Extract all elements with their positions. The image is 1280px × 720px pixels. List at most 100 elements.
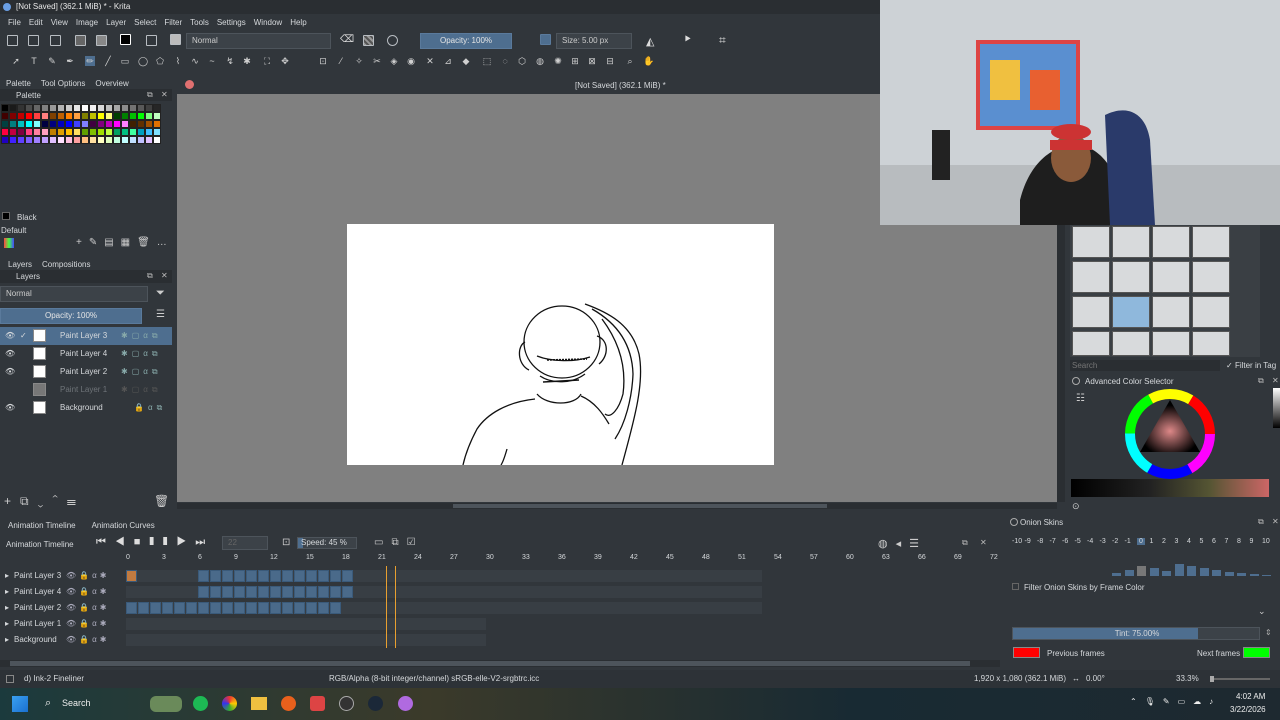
keyframe[interactable] <box>294 570 305 582</box>
krita-taskbar-icon[interactable] <box>398 696 413 711</box>
layer-row[interactable]: 👁 Paint Layer 2 ✱▢α⧉ <box>0 363 172 381</box>
palette-swatch[interactable] <box>97 104 105 112</box>
keyframe[interactable] <box>222 570 233 582</box>
onion-frame-number[interactable]: -10 <box>1012 538 1022 545</box>
palette-swatch[interactable] <box>81 136 89 144</box>
horizontal-scrollbar[interactable] <box>177 503 1057 509</box>
rectangle-tool-icon[interactable]: ▭ <box>120 56 130 66</box>
palette-swatch[interactable] <box>73 128 81 136</box>
palette-swatch[interactable] <box>89 120 97 128</box>
onion-frame-number[interactable]: 0 <box>1137 538 1145 545</box>
palette-swatch[interactable] <box>97 112 105 120</box>
onion-frame-number[interactable]: -9 <box>1025 538 1031 545</box>
palette-swatch[interactable] <box>129 120 137 128</box>
palette-swatch[interactable] <box>65 136 73 144</box>
keyframe[interactable] <box>330 570 341 582</box>
palette-swatch[interactable] <box>97 136 105 144</box>
palette-swatch[interactable] <box>121 112 129 120</box>
keyframe[interactable] <box>282 570 293 582</box>
palette-swatch[interactable] <box>49 104 57 112</box>
keyframe[interactable] <box>222 602 233 614</box>
palette-swatch[interactable] <box>97 128 105 136</box>
bezier-select-icon[interactable]: ⊠ <box>587 56 597 66</box>
brush-preset-icon[interactable] <box>170 34 181 45</box>
keyframe[interactable] <box>126 602 137 614</box>
palette-swatch[interactable] <box>137 120 145 128</box>
polygon-tool-icon[interactable]: ⬠ <box>155 56 165 66</box>
document-tab[interactable]: [Not Saved] (362.1 MiB) * <box>575 81 666 90</box>
timeline-layer-icons[interactable]: 👁🔒α✱ <box>66 616 109 632</box>
tab-compositions[interactable]: Compositions <box>42 260 90 269</box>
keyframe[interactable] <box>234 602 245 614</box>
keyframe[interactable] <box>210 602 221 614</box>
onion-frame-number[interactable]: -5 <box>1075 538 1081 545</box>
layer-property-icons[interactable]: ✱▢α⧉ <box>121 327 162 345</box>
onion-frame-number[interactable]: 9 <box>1250 538 1254 545</box>
blend-mode-dropdown[interactable]: Normal <box>186 33 331 49</box>
timeline-layer-row[interactable]: ▸ Paint Layer 3 👁🔒α✱ <box>0 568 1000 584</box>
onion-opacity-bars[interactable] <box>1012 560 1274 576</box>
float-icon[interactable]: ⧉ <box>962 539 970 547</box>
palette-swatch[interactable] <box>105 104 113 112</box>
layer-opacity-slider[interactable]: Opacity: 100% <box>0 308 142 324</box>
palette-swatch[interactable] <box>1 136 9 144</box>
keyframe[interactable] <box>330 586 341 598</box>
smart-patch-icon[interactable]: ✧ <box>354 56 364 66</box>
palette-swatch[interactable] <box>129 136 137 144</box>
brush-preset[interactable] <box>1152 261 1190 293</box>
palette-swatch[interactable] <box>9 112 17 120</box>
palette-swatch[interactable] <box>25 120 33 128</box>
multibrush-icon[interactable]: ✱ <box>242 56 252 66</box>
tab-layers[interactable]: Layers <box>8 260 32 269</box>
gradient-tool-icon[interactable]: ◉ <box>406 56 416 66</box>
palette-swatch[interactable] <box>41 112 49 120</box>
select-shapes-icon[interactable]: ➚ <box>11 56 21 66</box>
move-tool-icon[interactable]: ✥ <box>280 56 290 66</box>
palette-swatch[interactable] <box>113 136 121 144</box>
filter-icon[interactable]: ⏷ <box>156 287 165 300</box>
expand-icon[interactable]: ▸ <box>5 568 9 584</box>
palette-swatch[interactable] <box>41 128 49 136</box>
palette-swatch[interactable] <box>17 112 25 120</box>
palette-swatch[interactable] <box>89 112 97 120</box>
palette-swatch[interactable] <box>113 120 121 128</box>
chrome-icon[interactable] <box>222 696 237 711</box>
edit-shapes-icon[interactable]: ✎ <box>47 56 57 66</box>
palette-swatch[interactable] <box>1 104 9 112</box>
frame-strip[interactable] <box>126 634 486 646</box>
close-icon[interactable]: ✕ <box>161 272 169 280</box>
keyframe[interactable] <box>174 602 185 614</box>
keyframe[interactable] <box>342 570 353 582</box>
float-icon[interactable]: ⧉ <box>147 272 155 280</box>
filter-in-tag-checkbox[interactable]: ✓ Filter in Tag <box>1226 361 1276 370</box>
crop-tool-icon[interactable]: ⊡ <box>318 56 328 66</box>
menu-file[interactable]: File <box>4 18 25 27</box>
steam-icon[interactable] <box>368 696 383 711</box>
brush-preset[interactable] <box>1112 226 1150 258</box>
palette-swatch[interactable] <box>17 128 25 136</box>
delete-layer-icon[interactable]: 🗑 <box>154 494 169 508</box>
playback-controls[interactable]: ⏮◀■❚❚▶⏭ <box>96 536 214 549</box>
keyframe[interactable] <box>270 602 281 614</box>
reference-tool-icon[interactable]: ⊿ <box>443 56 453 66</box>
palette-swatch[interactable] <box>57 120 65 128</box>
onion-frame-number[interactable]: -6 <box>1062 538 1068 545</box>
menu-select[interactable]: Select <box>130 18 160 27</box>
menu-view[interactable]: View <box>47 18 72 27</box>
tab-tool-options[interactable]: Tool Options <box>41 79 85 88</box>
drop-frames-icon[interactable]: ⊡ <box>282 537 290 548</box>
palette-swatch[interactable] <box>105 136 113 144</box>
value-slider[interactable] <box>1273 388 1280 428</box>
brave-icon[interactable] <box>310 696 325 711</box>
search-icon[interactable]: ⌕ <box>45 697 51 710</box>
alpha-lock-icon[interactable] <box>363 35 374 46</box>
palette-swatch[interactable] <box>113 112 121 120</box>
tab-overview[interactable]: Overview <box>95 79 128 88</box>
palette-swatch[interactable] <box>145 136 153 144</box>
palette-swatch[interactable] <box>145 128 153 136</box>
brush-search-input[interactable] <box>1070 360 1220 371</box>
menu-layer[interactable]: Layer <box>102 18 130 27</box>
shade-selector[interactable] <box>1071 479 1269 497</box>
palette-swatch[interactable] <box>73 104 81 112</box>
palette-swatch[interactable] <box>33 128 41 136</box>
